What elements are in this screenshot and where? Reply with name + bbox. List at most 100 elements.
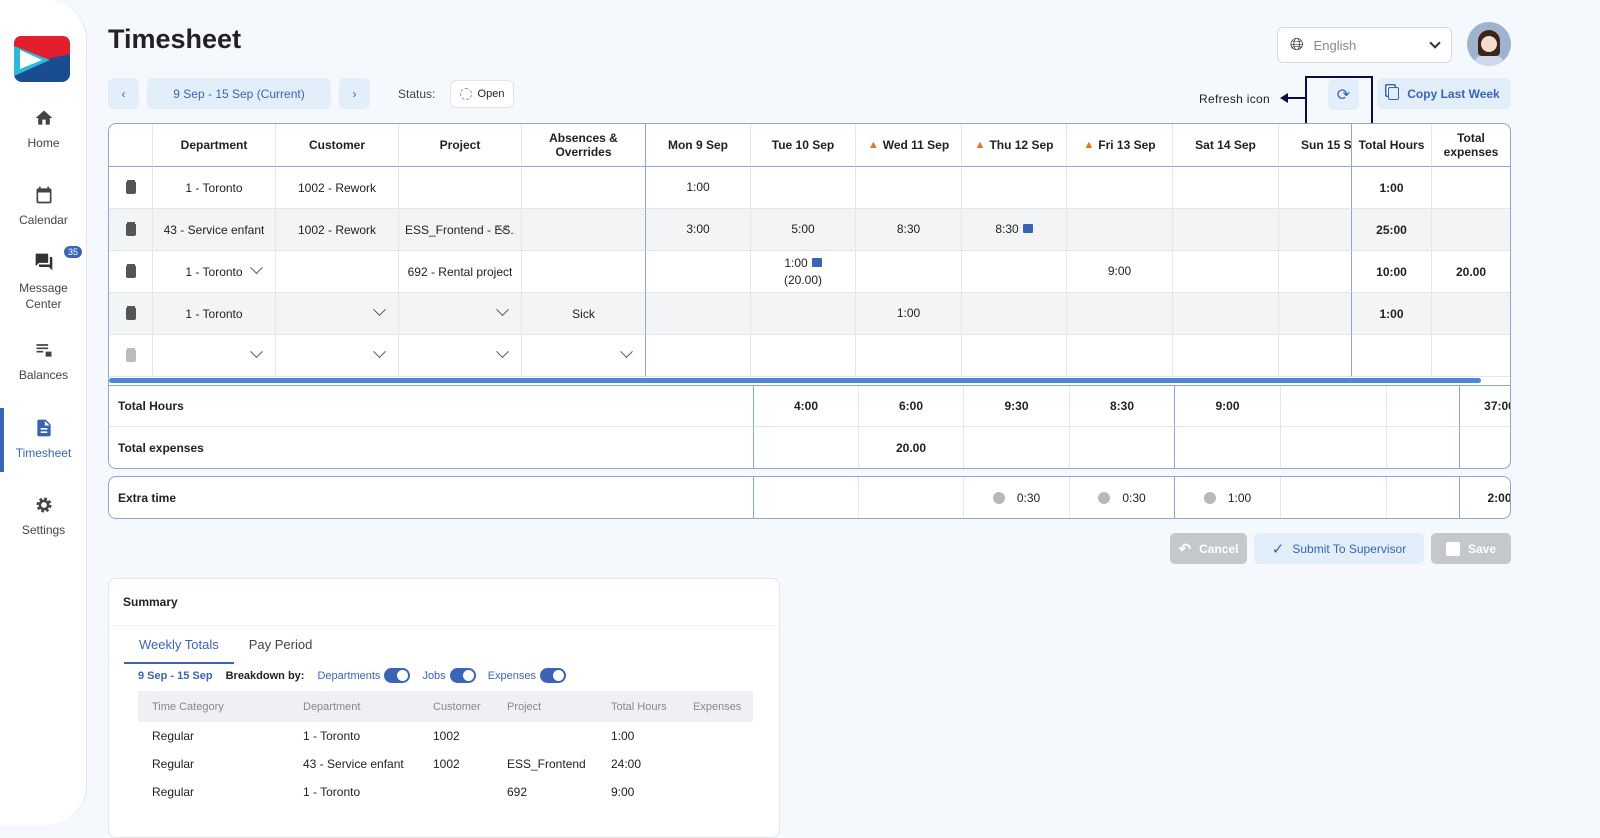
week-range-button[interactable]: 9 Sep - 15 Sep (Current)	[147, 78, 331, 109]
day-cell[interactable]: 3:00	[646, 209, 751, 251]
hours-value: 9:00	[1107, 264, 1132, 278]
absence-select[interactable]	[522, 335, 646, 377]
day-cell[interactable]	[962, 251, 1067, 293]
project-select[interactable]: 692 - Rental project	[399, 251, 522, 293]
delete-row-button[interactable]	[109, 251, 153, 293]
day-cell[interactable]	[1173, 251, 1279, 293]
submit-to-supervisor-button[interactable]: ✓ Submit To Supervisor	[1254, 533, 1424, 564]
copy-last-week-button[interactable]: Copy Last Week	[1377, 78, 1511, 109]
day-cell[interactable]	[1279, 209, 1352, 251]
sidebar-item-calendar[interactable]: Calendar	[0, 185, 87, 227]
next-week-button[interactable]: ›	[339, 78, 370, 109]
day-cell[interactable]	[1067, 335, 1173, 377]
department-select[interactable]: 1 - Toronto	[153, 251, 276, 293]
customer-select[interactable]	[276, 293, 399, 335]
trash-icon	[125, 223, 136, 236]
project-select[interactable]	[399, 167, 522, 209]
avatar[interactable]	[1467, 22, 1511, 66]
day-cell[interactable]	[646, 293, 751, 335]
breakdown-bar: 9 Sep - 15 Sep Breakdown by: Departments…	[138, 668, 578, 683]
prev-week-button[interactable]: ‹	[108, 78, 139, 109]
project-select[interactable]	[399, 335, 522, 377]
project-select[interactable]	[399, 293, 522, 335]
submit-label: Submit To Supervisor	[1292, 541, 1407, 556]
day-cell[interactable]: 9:00	[1067, 251, 1173, 293]
column-header	[109, 124, 153, 167]
summary-header: Time Category Department Customer Project To…	[138, 691, 753, 722]
customer-select[interactable]: 1002 - Rework	[276, 167, 399, 209]
department-select[interactable]: 1 - Toronto	[153, 293, 276, 335]
day-cell[interactable]	[1279, 293, 1352, 335]
refresh-button[interactable]: ⟳	[1328, 79, 1359, 110]
language-select[interactable]: 🌐︎ English	[1277, 27, 1452, 63]
column-header: Department	[153, 124, 276, 167]
jobs-toggle[interactable]	[449, 668, 476, 683]
expenses-toggle[interactable]	[540, 668, 566, 683]
day-total	[859, 477, 964, 518]
message-icon	[35, 253, 52, 271]
comment-icon[interactable]	[811, 257, 822, 267]
absence-select[interactable]	[522, 251, 646, 293]
absence-select[interactable]: Sick	[522, 293, 646, 335]
day-cell[interactable]	[962, 167, 1067, 209]
day-cell[interactable]	[1279, 335, 1352, 377]
save-button[interactable]: Save	[1431, 533, 1511, 564]
sidebar-item-home[interactable]: Home	[0, 108, 87, 150]
delete-row-button[interactable]	[109, 209, 153, 251]
absence-select[interactable]	[522, 167, 646, 209]
day-cell[interactable]	[1173, 167, 1279, 209]
department-select[interactable]: 1 - Toronto	[153, 167, 276, 209]
delete-row-button[interactable]	[109, 167, 153, 209]
tab-weekly-totals[interactable]: Weekly Totals	[124, 631, 234, 664]
day-cell[interactable]	[1279, 251, 1352, 293]
sidebar-item-timesheet[interactable]: Timesheet	[0, 408, 87, 472]
day-cell[interactable]: 5:00	[751, 209, 856, 251]
departments-toggle[interactable]	[384, 668, 411, 683]
customer-select[interactable]	[276, 335, 399, 377]
day-cell[interactable]	[856, 251, 962, 293]
horizontal-scrollbar[interactable]	[109, 378, 1481, 383]
day-cell[interactable]	[646, 335, 751, 377]
delete-row-button[interactable]	[109, 335, 153, 377]
day-total: 6:00	[859, 386, 964, 427]
absence-select[interactable]	[522, 209, 646, 251]
day-total	[1387, 386, 1460, 427]
day-cell[interactable]	[856, 167, 962, 209]
day-total: 9:30	[964, 386, 1070, 427]
department-select[interactable]: 43 - Service enfant	[153, 209, 276, 251]
cancel-button[interactable]: ↶ Cancel	[1170, 533, 1247, 564]
sidebar-item-balances[interactable]: Balances	[0, 340, 87, 382]
day-cell[interactable]: 1:00 (20.00)	[751, 251, 856, 293]
day-cell[interactable]: 1:00	[856, 293, 962, 335]
day-cell[interactable]	[1279, 167, 1352, 209]
day-cell[interactable]	[751, 335, 856, 377]
day-cell-content: 5:00	[791, 221, 814, 238]
day-cell[interactable]	[1067, 293, 1173, 335]
day-cell[interactable]	[856, 335, 962, 377]
customer-select[interactable]: 1002 - Rework	[276, 209, 399, 251]
day-cell[interactable]: 1:00	[646, 167, 751, 209]
day-cell[interactable]: 8:30	[856, 209, 962, 251]
day-cell[interactable]	[1173, 293, 1279, 335]
sidebar-item-settings[interactable]: Settings	[0, 495, 87, 537]
day-cell[interactable]	[1173, 209, 1279, 251]
department-select[interactable]	[153, 335, 276, 377]
delete-row-button[interactable]	[109, 293, 153, 335]
day-cell[interactable]	[646, 251, 751, 293]
day-cell[interactable]	[1067, 167, 1173, 209]
annotation-arrow	[1280, 93, 1306, 103]
column-header-label: Sun 15 Sep	[1301, 138, 1352, 152]
customer-select[interactable]	[276, 251, 399, 293]
comment-icon[interactable]	[1022, 224, 1033, 233]
row-total-hours	[1352, 335, 1432, 377]
day-cell[interactable]	[1067, 209, 1173, 251]
day-cell[interactable]	[1173, 335, 1279, 377]
tab-pay-period[interactable]: Pay Period	[234, 631, 328, 664]
day-cell[interactable]	[962, 293, 1067, 335]
day-cell[interactable]	[962, 335, 1067, 377]
day-cell[interactable]: 8:30	[962, 209, 1067, 251]
day-cell[interactable]	[751, 167, 856, 209]
project-select[interactable]: ESS_Frontend - ES...	[399, 209, 522, 251]
day-cell[interactable]	[751, 293, 856, 335]
sidebar-item-message-center[interactable]: 35 Message Center	[0, 246, 87, 312]
